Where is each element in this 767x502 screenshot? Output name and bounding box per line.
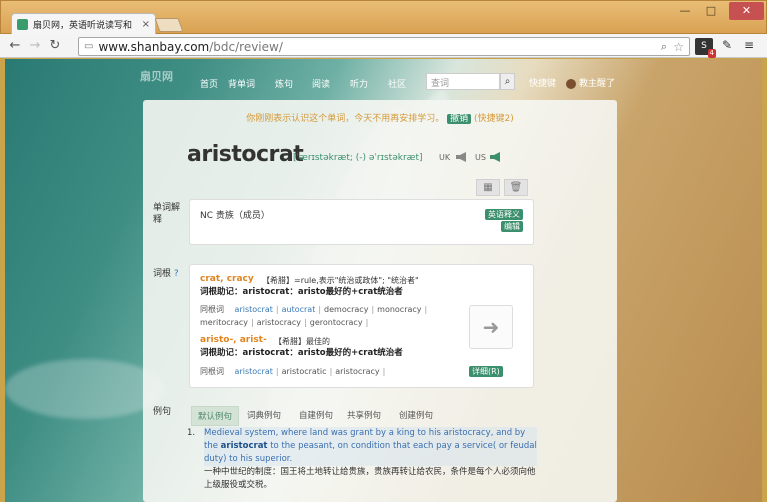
search-icon[interactable]: ⌕ bbox=[661, 40, 667, 54]
english-definition-button[interactable]: 英语释义 bbox=[485, 209, 523, 220]
related-word[interactable]: democracy bbox=[324, 305, 368, 314]
related-word[interactable]: gerontocracy bbox=[310, 318, 363, 327]
hint-message: 你刚刚表示认识这个单词，今天不用再安排学习。 撤销 (快捷键2) bbox=[143, 111, 617, 124]
examples-tabs: 默认例句 词典例句 自建例句 共享例句 创建例句 bbox=[153, 406, 613, 426]
site-search-input[interactable]: 查词 bbox=[426, 73, 500, 90]
new-tab-button[interactable] bbox=[154, 18, 184, 32]
back-icon[interactable]: ← bbox=[5, 38, 25, 53]
bookmark-star-icon[interactable]: ☆ bbox=[673, 40, 684, 54]
user-menu[interactable]: 教主醒了 bbox=[566, 76, 615, 89]
tab-create-examples[interactable]: 创建例句 bbox=[393, 406, 439, 424]
related-word[interactable]: aristocracy bbox=[335, 367, 379, 376]
related-word[interactable]: aristocrat bbox=[235, 367, 273, 376]
related-word[interactable]: aristocracy bbox=[257, 318, 301, 327]
related-words-2: 同根词 aristocrat | aristocratic | aristocracy | bbox=[200, 367, 386, 376]
tab-default-examples[interactable]: 默认例句 bbox=[191, 406, 240, 426]
edit-definition-button[interactable]: 编辑 bbox=[501, 221, 523, 232]
extension-badge-count: 4 bbox=[707, 49, 716, 58]
root-title-1[interactable]: crat, cracy bbox=[200, 274, 254, 284]
example-number: 1. bbox=[187, 428, 196, 438]
maximize-icon[interactable]: □ bbox=[700, 4, 722, 17]
detail-button[interactable]: 详细(R) bbox=[469, 366, 503, 377]
nav-listening[interactable]: 听力 bbox=[350, 77, 368, 90]
definition-card: NC 贵族（成员） 英语释义 编辑 bbox=[189, 199, 534, 245]
example-keyword: aristocrat bbox=[220, 441, 268, 451]
help-icon[interactable]: ? bbox=[174, 269, 179, 279]
next-arrow-icon[interactable]: ➜ bbox=[469, 305, 513, 349]
nav-reading[interactable]: 阅读 bbox=[312, 77, 330, 90]
us-label: US bbox=[475, 153, 486, 162]
keyboard-icon[interactable]: ▦ bbox=[476, 179, 500, 196]
undo-button[interactable]: 撤销 bbox=[447, 114, 472, 124]
nav-words[interactable]: 背单词 bbox=[228, 77, 255, 90]
avatar bbox=[566, 78, 576, 89]
nav-sentences[interactable]: 炼句 bbox=[275, 77, 293, 90]
related-word[interactable]: aristocrat bbox=[235, 305, 273, 314]
related-word[interactable]: aristocratic bbox=[282, 367, 327, 376]
uk-label: UK bbox=[439, 153, 451, 162]
page-icon: ▭ bbox=[84, 41, 94, 52]
nav-home[interactable]: 首页 bbox=[200, 77, 218, 90]
review-panel: 你刚刚表示认识这个单词，今天不用再安排学习。 撤销 (快捷键2) aristoc… bbox=[143, 100, 617, 502]
address-bar[interactable]: ▭ www.shanbay.com/bdc/review/ ⌕ ☆ bbox=[78, 37, 690, 56]
related-words-1: 同根词 aristocrat | autocrat | democracy | monocr… bbox=[200, 305, 428, 327]
definition-text: NC 贵族（成员） bbox=[200, 211, 270, 221]
hint-text: 你刚刚表示认识这个单词，今天不用再安排学习。 bbox=[246, 114, 445, 124]
trash-icon[interactable]: 🗑 bbox=[504, 179, 528, 196]
us-speaker-icon[interactable] bbox=[490, 152, 500, 162]
url-path: /bdc/review/ bbox=[209, 39, 283, 54]
site-search-icon[interactable]: ⌕ bbox=[500, 73, 515, 90]
close-window-icon[interactable]: ✕ bbox=[729, 2, 764, 20]
related-word[interactable]: autocrat bbox=[282, 305, 316, 314]
example-list: 1. Medieval system, where land was grant… bbox=[187, 427, 537, 492]
window-titlebar: 扇贝网，英语听说读写和 × — □ ✕ bbox=[0, 0, 767, 35]
tab-shared-examples[interactable]: 共享例句 bbox=[341, 406, 387, 424]
root-mnemonic-1: 词根助记：aristocrat：aristo最好的+crat统治者 bbox=[200, 287, 403, 297]
tab-custom-examples[interactable]: 自建例句 bbox=[293, 406, 339, 424]
tab-title: 扇贝网，英语听说读写和 bbox=[33, 21, 133, 31]
roots-label-text: 词根 bbox=[153, 269, 172, 279]
related-label-1: 同根词 bbox=[200, 305, 224, 314]
site-navbar: 扇贝网 首页 背单词 炼句 阅读 听力 社区 查词 ⌕ 快捷键 教主醒了 bbox=[5, 59, 762, 90]
example-chinese: 一种中世纪的制度：国王将土地转让给贵族，贵族再转让给农民，条件是每个人必须向他上… bbox=[204, 467, 536, 490]
forward-icon[interactable]: → bbox=[25, 38, 45, 53]
extension-badge-icon[interactable]: S4 bbox=[695, 38, 716, 58]
username: 教主醒了 bbox=[579, 79, 616, 89]
close-tab-icon[interactable]: × bbox=[142, 19, 150, 30]
root-mnemonic-2: 词根助记：aristocrat：aristo最好的+crat统治者 bbox=[200, 348, 403, 358]
reload-icon[interactable]: ↻ bbox=[45, 38, 65, 53]
browser-tab[interactable]: 扇贝网，英语听说读写和 × bbox=[11, 13, 156, 35]
site-favicon-icon bbox=[17, 19, 28, 30]
page-viewport: 扇贝网 首页 背单词 炼句 阅读 听力 社区 查词 ⌕ 快捷键 教主醒了 你刚刚… bbox=[5, 59, 762, 502]
tab-dictionary-examples[interactable]: 词典例句 bbox=[241, 406, 287, 424]
minimize-icon[interactable]: — bbox=[674, 4, 696, 17]
related-word[interactable]: meritocracy bbox=[200, 318, 248, 327]
phonetic: [ˈærɪstəkræt; (-) əˈrɪstəkræt] bbox=[293, 153, 423, 163]
menu-icon[interactable]: ≡ bbox=[740, 38, 758, 55]
nav-community[interactable]: 社区 bbox=[388, 77, 406, 90]
uk-speaker-icon[interactable] bbox=[456, 152, 466, 162]
related-word[interactable]: monocracy bbox=[377, 305, 421, 314]
site-logo[interactable]: 扇贝网 bbox=[140, 68, 173, 84]
example-english: Medieval system, where land was grant by… bbox=[204, 427, 537, 466]
shortcut-link[interactable]: 快捷键 bbox=[529, 76, 556, 89]
word-title: aristocrat bbox=[187, 142, 304, 167]
definition-label: 单词解释 bbox=[153, 203, 181, 225]
hint-shortcut: (快捷键2) bbox=[474, 114, 514, 124]
list-item: 1. Medieval system, where land was grant… bbox=[187, 427, 537, 492]
url-host: www.shanbay.com bbox=[98, 39, 210, 54]
root-title-2[interactable]: aristo-, arist- bbox=[200, 335, 267, 345]
eyedropper-icon[interactable]: ✎ bbox=[718, 38, 736, 55]
related-label-2: 同根词 bbox=[200, 367, 224, 376]
roots-label: 词根 ? bbox=[153, 268, 179, 280]
roots-card: crat, cracy 【希腊】=rule,表示"统治或政体"; "统治者" 词… bbox=[189, 264, 534, 388]
